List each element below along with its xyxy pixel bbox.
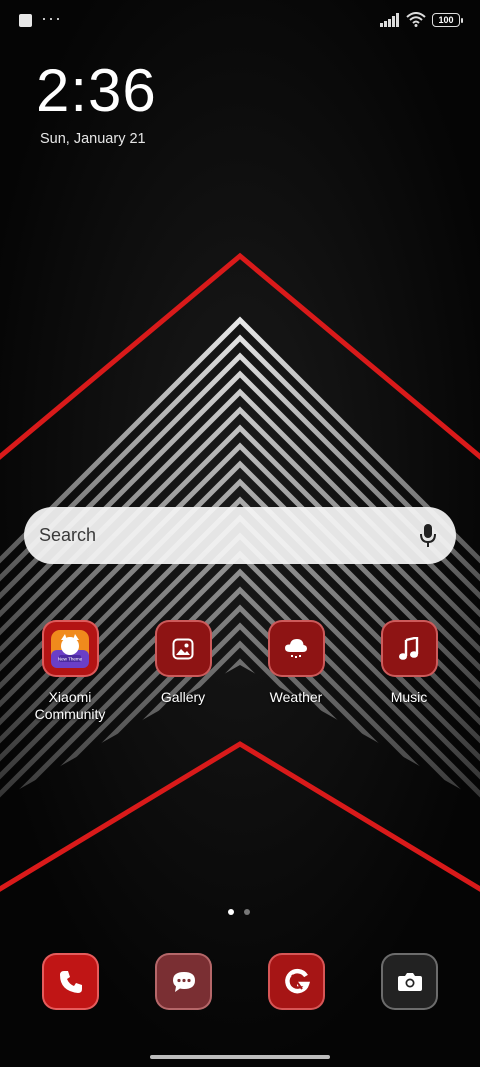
browser-app-button[interactable]: [268, 953, 325, 1010]
music-icon: [380, 620, 438, 677]
more-notifications-icon: ···: [41, 7, 62, 28]
camera-app-button[interactable]: [381, 953, 438, 1010]
gallery-icon: [154, 620, 212, 677]
search-placeholder: Search: [39, 525, 97, 545]
messages-app-button[interactable]: [155, 953, 212, 1010]
phone-icon: [59, 970, 82, 993]
xiaomi-community-icon: New Theme: [41, 620, 99, 677]
app-xiaomi-community[interactable]: New Theme Xiaomi Community: [15, 620, 125, 723]
app-label: Xiaomi Community: [34, 689, 106, 722]
clock-date: Sun, January 21: [40, 131, 146, 147]
wifi-icon: [406, 12, 426, 27]
weather-icon: [267, 620, 325, 677]
camera-icon: [397, 972, 422, 991]
app-music[interactable]: Music: [354, 620, 464, 706]
phone-app-button[interactable]: [42, 953, 99, 1010]
page-dot-active: [228, 909, 234, 915]
app-weather[interactable]: Weather: [241, 620, 351, 706]
browser-icon: [284, 968, 310, 993]
search-bar[interactable]: Search: [24, 507, 456, 564]
microphone-icon[interactable]: [416, 522, 440, 550]
messages-icon: [172, 971, 195, 992]
page-indicator: [228, 909, 250, 915]
clock-time: 2:36: [36, 57, 157, 124]
battery-level: 100: [438, 14, 454, 25]
battery-icon: 100: [432, 12, 463, 27]
app-label: Weather: [269, 689, 323, 705]
app-label: Music: [390, 689, 428, 705]
page-dot: [244, 909, 250, 915]
app-gallery[interactable]: Gallery: [128, 620, 238, 706]
svg-text:New Theme: New Theme: [58, 656, 83, 661]
dock: [0, 953, 480, 1010]
status-bar: ··· 100: [0, 0, 480, 42]
app-label: Gallery: [160, 689, 206, 705]
notification-square-icon: [19, 14, 32, 27]
signal-icon: [380, 12, 399, 27]
home-indicator[interactable]: [150, 1055, 330, 1059]
